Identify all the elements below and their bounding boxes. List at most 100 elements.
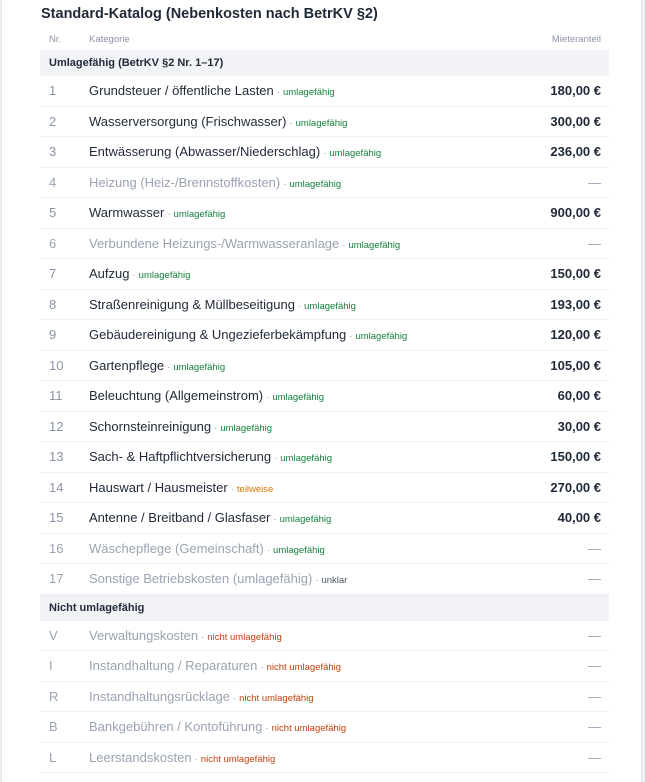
row-category: Schornsteinreinigung · umlagefähig — [80, 419, 489, 434]
table-row[interactable]: I Instandhaltung / Reparaturen · nicht umla… — [40, 651, 609, 682]
row-category: Aufzug · umlagefähig — [80, 266, 489, 281]
table-row[interactable]: 12 Schornsteinreinigung · umlagefähig 30,00 … — [40, 412, 609, 442]
row-number: 9 — [49, 327, 57, 343]
row-category: Instandhaltungsrücklage · nicht umlagefähi… — [80, 689, 489, 704]
row-amount: — — [588, 658, 601, 674]
tag-separator: · — [265, 723, 269, 735]
row-category: Verwaltungskosten · nicht umlagefähig — [80, 628, 489, 643]
tag-separator: · — [194, 753, 198, 765]
row-category: Entwässerung (Abwasser/Niederschlag) · uml… — [80, 144, 489, 159]
table-row[interactable]: 8 Straßenreinigung & Müllbeseitigung · umla… — [40, 290, 609, 320]
table-row[interactable]: 11 Beleuchtung (Allgemeinstrom) · umlagefäh… — [40, 381, 609, 412]
category-label: Schornsteinreinigung — [89, 418, 212, 434]
category-label: Aufzug — [89, 266, 130, 282]
row-amount: 236,00 € — [550, 144, 601, 160]
category-label: Wasserversorgung (Frischwasser) — [89, 113, 287, 129]
row-number: 5 — [49, 205, 57, 221]
table-row[interactable]: 4 Heizung (Heiz-/Brennstoffkosten) · umlage… — [40, 168, 609, 198]
status-badge: umlagefähig — [273, 544, 325, 556]
tag-separator: · — [315, 575, 319, 587]
table-row[interactable]: 15 Antenne / Breitband / Glasfaser · umlage… — [40, 503, 609, 534]
row-amount: 270,00 € — [550, 479, 601, 495]
status-badge: umlagefähig — [355, 331, 408, 343]
table-header: Nr. Kategorie Mieteranteil — [40, 28, 609, 50]
table-row[interactable]: 16 Wäschepflege (Gemeinschaft) · umlagefähi… — [40, 534, 609, 564]
row-number: 11 — [49, 388, 63, 404]
category-label: Warmwasser — [89, 205, 165, 221]
table-row[interactable]: 10 Gartenpflege · umlagefähig 105,00 € — [40, 351, 609, 381]
category-label: Bankgebühren / Kontoführung — [89, 719, 263, 735]
table-row[interactable]: 2 Wasserversorgung (Frischwasser) · umlagef… — [40, 107, 609, 137]
tag-separator: · — [342, 239, 346, 251]
table-row[interactable]: 9 Gebäudereinigung & Ungezieferbekämpfung… — [40, 320, 609, 351]
row-number: L — [49, 749, 57, 765]
status-badge: umlagefähig — [295, 117, 348, 129]
row-category: Bankgebühren / Kontoführung · nicht umlage… — [80, 719, 489, 734]
row-number: 13 — [49, 449, 64, 465]
row-category: Sach- & Haftpflichtversicherung · umlagefä… — [80, 449, 489, 464]
tag-separator: · — [201, 631, 205, 643]
row-amount: 300,00 € — [550, 113, 601, 129]
category-label: Antenne / Breitband / Glasfaser — [89, 510, 271, 526]
status-badge: umlagefähig — [289, 178, 342, 190]
category-label: Verbundene Heizungs-/Warmwasseranlage — [89, 235, 340, 251]
category-label: Sonstige Betriebskosten (umlagefähig) — [89, 571, 313, 587]
row-number: I — [49, 658, 53, 674]
row-number: 17 — [49, 571, 64, 587]
row-number: 12 — [49, 418, 64, 434]
table-row[interactable]: 17 Sonstige Betriebskosten (umlagefähig) ·… — [40, 564, 609, 595]
status-badge: nicht umlagefähig — [266, 662, 342, 674]
row-category: Gebäudereinigung & Ungezieferbekämpfung ·… — [80, 327, 489, 342]
rows-umlagefaehig: 1 Grundsteuer / öffentliche Lasten · umlage… — [40, 76, 609, 595]
row-amount: 193,00 € — [550, 296, 601, 312]
row-category: Instandhaltung / Reparaturen · nicht umlag… — [80, 658, 489, 673]
status-badge: umlagefähig — [348, 239, 401, 251]
category-label: Grundsteuer / öffentliche Lasten — [89, 83, 274, 99]
row-amount: — — [588, 235, 601, 251]
row-number: 6 — [49, 235, 57, 251]
row-category: Hauswart / Hausmeister · teilweise — [80, 480, 489, 495]
tag-separator: · — [266, 544, 271, 556]
row-amount: — — [588, 688, 601, 704]
table-row[interactable]: V Verwaltungskosten · nicht umlagefähig — — [40, 621, 609, 651]
status-badge: nicht umlagefähig — [239, 692, 314, 704]
tag-separator: · — [266, 392, 270, 404]
table-row[interactable]: L Leerstandskosten · nicht umlagefähig — — [40, 743, 609, 773]
table-row[interactable]: 1 Grundsteuer / öffentliche Lasten · umlage… — [40, 76, 609, 107]
category-label: Instandhaltungsrücklage — [89, 688, 230, 704]
status-badge: umlagefähig — [138, 270, 191, 282]
category-label: Verwaltungskosten — [89, 627, 199, 643]
tag-separator: · — [230, 483, 234, 495]
category-label: Heizung (Heiz-/Brennstoffkosten) — [89, 174, 281, 190]
tag-separator: · — [260, 662, 264, 674]
tag-separator: · — [132, 270, 136, 282]
row-amount: 900,00 € — [550, 205, 601, 221]
table-row[interactable]: 5 Warmwasser · umlagefähig 900,00 € — [40, 198, 609, 229]
tag-separator: · — [274, 453, 278, 465]
row-number: 14 — [49, 479, 64, 495]
status-badge: umlagefähig — [329, 148, 382, 160]
rows-nicht-umlagefaehig: V Verwaltungskosten · nicht umlagefähig — I In… — [40, 621, 609, 773]
column-header-amount: Mieteranteil — [551, 33, 601, 45]
row-number: 16 — [49, 540, 64, 556]
category-label: Gebäudereinigung & Ungezieferbekämpfung — [89, 327, 347, 343]
status-badge: nicht umlagefähig — [271, 723, 347, 735]
status-badge: nicht umlagefähig — [207, 631, 282, 643]
tag-separator: · — [232, 692, 237, 704]
row-number: R — [49, 688, 59, 704]
row-amount: 150,00 € — [550, 449, 601, 465]
status-badge: umlagefähig — [282, 87, 335, 99]
table-row[interactable]: 3 Entwässerung (Abwasser/Niederschlag) · um… — [40, 137, 609, 168]
catalog-table: Nr. Kategorie Mieteranteil Umlagefähig (… — [40, 28, 609, 773]
row-category: Wäschepflege (Gemeinschaft) · umlagefähig — [80, 541, 489, 556]
table-row[interactable]: 6 Verbundene Heizungs-/Warmwasseranlage · u… — [40, 229, 609, 259]
table-row[interactable]: R Instandhaltungsrücklage · nicht umlagefäh… — [40, 682, 609, 712]
column-header-category: Kategorie — [89, 33, 130, 45]
category-label: Leerstandskosten — [89, 749, 192, 765]
table-row[interactable]: 14 Hauswart / Hausmeister · teilweise 270,00… — [40, 473, 609, 503]
table-row[interactable]: B Bankgebühren / Kontoführung · nicht umlag… — [40, 712, 609, 743]
row-category: Sonstige Betriebskosten (umlagefähig) · un… — [80, 571, 489, 586]
table-row[interactable]: 7 Aufzug · umlagefähig 150,00 € — [40, 259, 609, 290]
table-row[interactable]: 13 Sach- & Haftpflichtversicherung · umlage… — [40, 442, 609, 473]
row-category: Antenne / Breitband / Glasfaser · umlagefä… — [80, 510, 489, 525]
